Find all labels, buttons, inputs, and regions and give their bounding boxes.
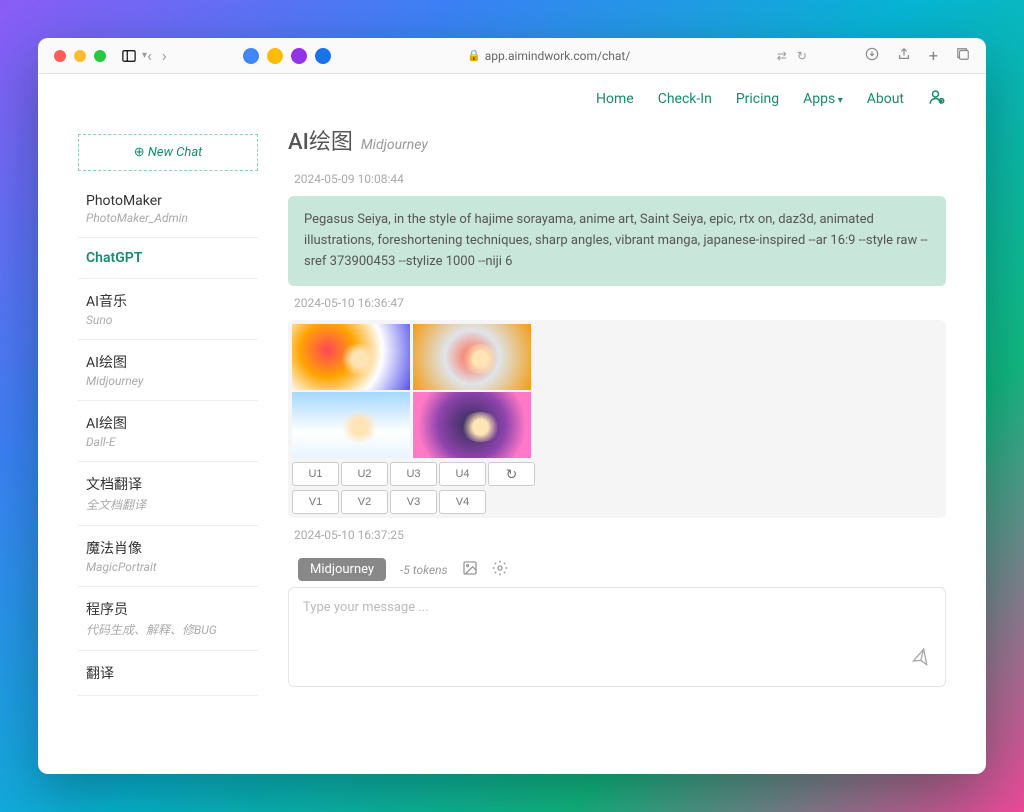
nav-checkin[interactable]: Check-In: [658, 91, 712, 107]
nav-apps[interactable]: Apps: [803, 91, 843, 107]
url-actions: ⇄ ↻: [777, 49, 807, 63]
u3-button[interactable]: U3: [390, 462, 437, 486]
extension-icon[interactable]: [315, 48, 331, 64]
sidebar-item-title: 魔法肖像: [86, 538, 250, 558]
titlebar-right: +: [865, 46, 970, 65]
sidebar-item-subtitle: Dall-E: [86, 435, 250, 449]
maximize-window-button[interactable]: [94, 50, 106, 62]
chat-body: AI绘图 Midjourney 2024-05-09 10:08:44 Pega…: [258, 124, 946, 774]
sidebar-item-subtitle: 全文档翻译: [86, 496, 250, 513]
generated-image-3[interactable]: [292, 392, 410, 458]
generated-image-1[interactable]: [292, 324, 410, 390]
u2-button[interactable]: U2: [341, 462, 388, 486]
sidebar-item-5[interactable]: 文档翻译全文档翻译: [78, 462, 258, 526]
sidebar-item-subtitle: Midjourney: [86, 374, 250, 388]
lock-icon: 🔒: [467, 49, 481, 62]
minimize-window-button[interactable]: [74, 50, 86, 62]
v1-button[interactable]: V1: [292, 490, 339, 514]
mode-chip[interactable]: Midjourney: [298, 558, 386, 581]
sidebar-item-0[interactable]: PhotoMaker PhotoMaker_Admin: [78, 181, 258, 238]
input-placeholder: Type your message ...: [303, 600, 429, 615]
sidebar-item-subtitle: 代码生成、解释、修BUG: [86, 621, 250, 638]
timestamp: 2024-05-10 16:36:47: [294, 296, 940, 310]
sidebar-item-title: 程序员: [86, 599, 250, 619]
share-icon[interactable]: [897, 46, 911, 65]
sidebar-item-1[interactable]: ChatGPT: [78, 238, 258, 279]
token-cost: -5 tokens: [400, 563, 447, 577]
message-input[interactable]: Type your message ...: [288, 587, 946, 687]
chat-title: AI绘图: [288, 124, 353, 156]
send-icon[interactable]: [909, 647, 936, 675]
nav-home[interactable]: Home: [596, 91, 634, 107]
chat-header: AI绘图 Midjourney: [288, 124, 946, 156]
sidebar: New Chat PhotoMaker PhotoMaker_Admin ChatG…: [78, 124, 258, 774]
sidebar-item-title: 文档翻译: [86, 474, 250, 494]
traffic-lights: [54, 50, 106, 62]
sidebar-item-4[interactable]: AI绘图 Dall-E: [78, 401, 258, 462]
generated-image-grid: [292, 324, 532, 458]
sidebar-item-subtitle: PhotoMaker_Admin: [86, 211, 250, 225]
sidebar-item-3[interactable]: AI绘图 Midjourney: [78, 340, 258, 401]
sidebar-item-title: AI绘图: [86, 352, 250, 372]
browser-window: ▾ ‹ › 🔒 app.aimindwork.com/chat/ ⇄ ↻ +: [38, 38, 986, 774]
v2-button[interactable]: V2: [341, 490, 388, 514]
back-button[interactable]: ‹: [147, 46, 152, 65]
forward-button[interactable]: ›: [162, 46, 167, 65]
close-window-button[interactable]: [54, 50, 66, 62]
chat-subtitle: Midjourney: [361, 137, 428, 153]
titlebar: ▾ ‹ › 🔒 app.aimindwork.com/chat/ ⇄ ↻ +: [38, 38, 986, 74]
timestamp: 2024-05-10 16:37:25: [294, 528, 940, 542]
sidebar-item-subtitle: MagicPortrait: [86, 560, 250, 574]
sidebar-item-title: AI音乐: [86, 291, 250, 311]
new-tab-icon[interactable]: +: [929, 46, 938, 65]
upscale-row: U1 U2 U3 U4 ↻: [292, 462, 942, 486]
generated-image-4[interactable]: [413, 392, 531, 458]
page-content: Home Check-In Pricing Apps About New Cha…: [38, 74, 986, 774]
v3-button[interactable]: V3: [390, 490, 437, 514]
sidebar-item-subtitle: Suno: [86, 313, 250, 327]
extension-icon[interactable]: [243, 48, 259, 64]
assistant-message: U1 U2 U3 U4 ↻ V1 V2 V3 V4: [288, 320, 946, 518]
u4-button[interactable]: U4: [439, 462, 486, 486]
tabs-icon[interactable]: [956, 46, 970, 65]
downloads-icon[interactable]: [865, 46, 879, 65]
timestamp: 2024-05-09 10:08:44: [294, 172, 940, 186]
variation-row: V1 V2 V3 V4: [292, 490, 942, 514]
sidebar-item-2[interactable]: AI音乐 Suno: [78, 279, 258, 340]
sidebar-item-7[interactable]: 程序员代码生成、解释、修BUG: [78, 587, 258, 651]
sidebar-item-title: 翻译: [86, 663, 250, 683]
sidebar-item-title: ChatGPT: [86, 250, 250, 266]
input-toolbar: Midjourney -5 tokens: [288, 552, 946, 587]
new-chat-button[interactable]: New Chat: [78, 134, 258, 171]
image-icon[interactable]: [462, 560, 478, 580]
reload-icon[interactable]: ↻: [797, 49, 807, 63]
url-text: app.aimindwork.com/chat/: [485, 49, 631, 63]
nav-arrows: ‹ ›: [147, 46, 167, 65]
sidebar-item-6[interactable]: 魔法肖像 MagicPortrait: [78, 526, 258, 587]
sidebar-item-8[interactable]: 翻译: [78, 651, 258, 696]
nav-about[interactable]: About: [867, 91, 904, 107]
top-nav: Home Check-In Pricing Apps About: [38, 74, 986, 124]
main-layout: New Chat PhotoMaker PhotoMaker_Admin ChatG…: [38, 124, 986, 774]
generated-image-2[interactable]: [413, 324, 531, 390]
extension-icon[interactable]: [291, 48, 307, 64]
extensions: [243, 48, 331, 64]
v4-button[interactable]: V4: [439, 490, 486, 514]
translate-icon[interactable]: ⇄: [777, 49, 787, 63]
sidebar-toggle[interactable]: ▾: [122, 49, 147, 63]
u1-button[interactable]: U1: [292, 462, 339, 486]
nav-pricing[interactable]: Pricing: [736, 91, 779, 107]
user-icon[interactable]: [928, 88, 946, 110]
sidebar-item-title: PhotoMaker: [86, 193, 250, 209]
extension-icon[interactable]: [267, 48, 283, 64]
sidebar-item-title: AI绘图: [86, 413, 250, 433]
user-message: Pegasus Seiya, in the style of hajime so…: [288, 196, 946, 286]
refresh-button[interactable]: ↻: [488, 462, 535, 486]
url-bar[interactable]: 🔒 app.aimindwork.com/chat/: [389, 49, 709, 63]
gear-icon[interactable]: [492, 560, 508, 580]
